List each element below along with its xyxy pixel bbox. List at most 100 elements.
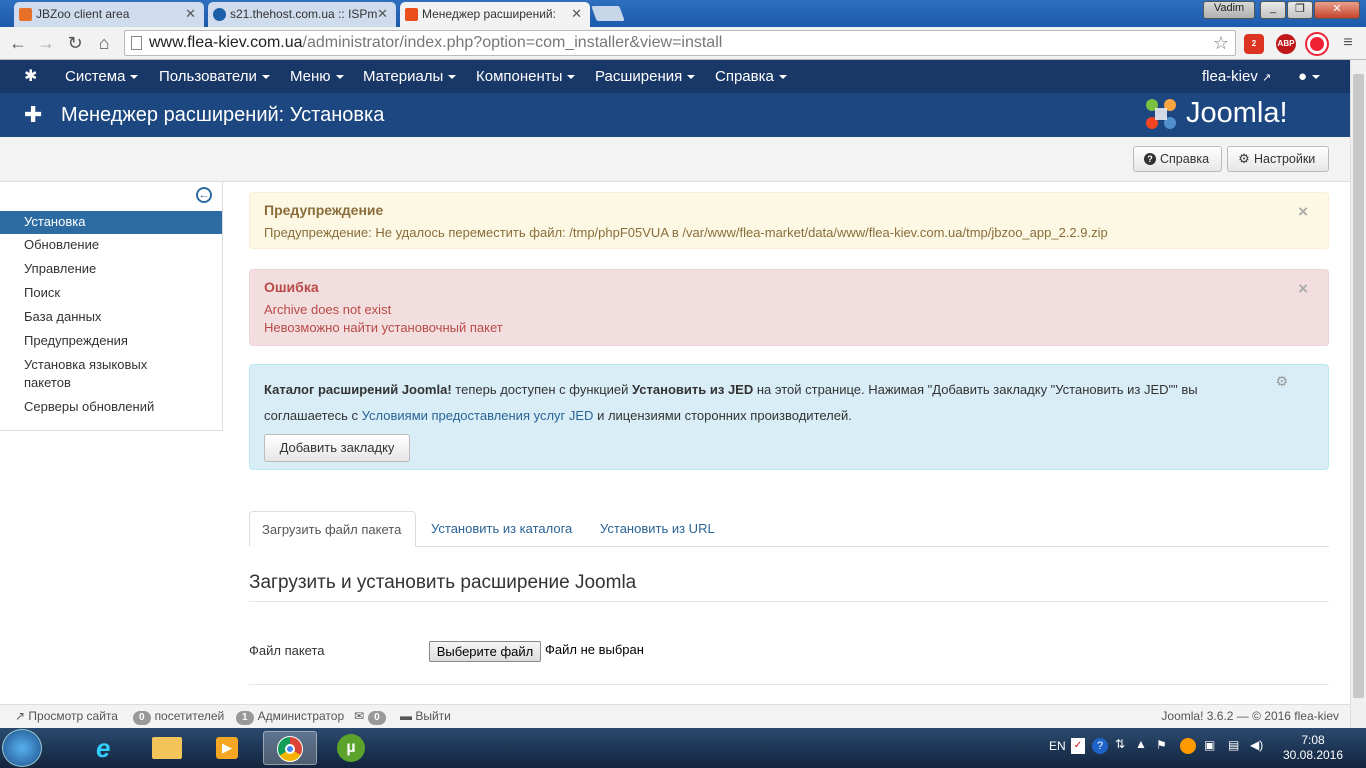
sidebar-item-label: Предупреждения [24, 333, 128, 348]
visitors-label: посетителей [154, 709, 225, 723]
help-tray-icon[interactable]: ? [1092, 738, 1108, 754]
page-header: ✚ Менеджер расширений: Установка Joomla! [0, 93, 1350, 137]
menu-extensions[interactable]: Расширения [595, 68, 696, 85]
browser-tab-jbzoo[interactable]: JBZoo client area ✕ [14, 2, 204, 27]
options-button[interactable]: ⚙ Настройки [1227, 146, 1329, 172]
warning-heading: Предупреждение [264, 202, 384, 218]
sidebar-item-update-sites[interactable]: Серверы обновлений [0, 398, 222, 416]
maximize-button[interactable]: ❐ [1287, 1, 1313, 19]
reload-icon[interactable]: ↻ [63, 31, 87, 55]
vertical-scrollbar[interactable] [1350, 60, 1366, 728]
windows-start-icon[interactable] [2, 729, 42, 767]
no-file-text: Файл не выбран [545, 642, 644, 657]
tray-arrows-icon[interactable]: ⇅ [1115, 737, 1125, 751]
site-link[interactable]: flea-kiev ↗ [1202, 68, 1271, 85]
sidebar-item-label: Поиск [24, 285, 61, 300]
help-button[interactable]: ? Справка [1133, 146, 1222, 172]
menu-system[interactable]: Система [65, 68, 139, 85]
target-extension-icon[interactable] [1307, 34, 1327, 54]
visitors-badge: 0 [133, 711, 151, 725]
error-line-2: Невозможно найти установочный пакет [264, 320, 503, 335]
close-tab-icon[interactable]: ✕ [185, 6, 196, 22]
menu-help[interactable]: Справка [715, 68, 787, 85]
language-indicator[interactable]: EN [1049, 739, 1066, 753]
bookmark-star-icon[interactable]: ☆ [1213, 31, 1229, 55]
tab-install-from-web[interactable]: Установить из каталога [419, 511, 584, 547]
close-tab-icon[interactable]: ✕ [377, 6, 388, 22]
jed-info-text-3: и лицензиями сторонних производителей. [593, 408, 852, 423]
network-icon[interactable]: ▤ [1228, 738, 1239, 752]
close-icon[interactable]: × [1298, 202, 1308, 222]
menu-icon[interactable]: ≡ [1336, 31, 1360, 55]
show-hidden-icons[interactable]: ▲ [1135, 737, 1147, 751]
question-icon: ? [1144, 153, 1156, 165]
back-arrow-icon[interactable]: ← [6, 31, 30, 55]
caret-down-icon [448, 75, 457, 80]
view-site-link[interactable]: ↗ Просмотр сайта [15, 709, 118, 723]
choose-file-button[interactable]: Выберите файл [429, 641, 541, 662]
extension-badge: 2 [1251, 39, 1257, 48]
tray-app-icon[interactable]: ✓ [1071, 738, 1085, 754]
sidebar-item-database[interactable]: База данных [0, 308, 222, 326]
profile-name: Vadim [1213, 2, 1245, 14]
profile-button[interactable]: Vadim [1203, 1, 1255, 19]
jed-terms-link[interactable]: Условиями предоставления услуг JED [362, 408, 594, 423]
sidebar-item-install[interactable]: Установка [0, 211, 222, 234]
tab-upload-package[interactable]: Загрузить файл пакета [249, 511, 416, 547]
sidebar-item-discover[interactable]: Поиск [0, 284, 222, 302]
file-explorer-icon[interactable] [140, 731, 194, 765]
gear-icon[interactable]: ⚙ [1275, 373, 1288, 390]
gear-icon: ⚙ [1238, 151, 1250, 166]
chrome-icon[interactable] [263, 731, 317, 765]
view-site-label: Просмотр сайта [28, 709, 118, 723]
volume-icon[interactable]: ◀) [1250, 738, 1263, 752]
joomla-logo-icon[interactable]: ✱ [24, 66, 37, 86]
add-tab-button[interactable]: Добавить закладку [264, 434, 410, 462]
media-player-icon[interactable]: ▶ [200, 731, 254, 765]
device-icon[interactable]: ▣ [1204, 738, 1215, 752]
sidebar-item-languages[interactable]: Установка языковых пакетов [0, 356, 222, 392]
internet-explorer-icon[interactable]: e [80, 731, 134, 765]
sidebar-item-manage[interactable]: Управление [0, 260, 222, 278]
sidebar-item-warnings[interactable]: Предупреждения [0, 332, 222, 350]
address-bar[interactable]: www.flea-kiev.com.ua/administrator/index… [124, 30, 1236, 56]
logout-link[interactable]: ▬ Выйти [400, 709, 451, 723]
jed-info-text-1: теперь доступен с функцией [451, 382, 633, 397]
new-tab-button[interactable] [591, 6, 625, 21]
sidebar-item-label: База данных [24, 309, 102, 324]
logout-label: Выйти [415, 709, 451, 723]
browser-tab-thehost[interactable]: s21.thehost.com.ua :: ISPm ✕ [208, 2, 396, 27]
tab-install-from-url[interactable]: Установить из URL [588, 511, 727, 547]
admins-counter: 1 Администратор [232, 709, 344, 725]
avast-icon[interactable] [1180, 738, 1196, 754]
menu-menus[interactable]: Меню [290, 68, 344, 85]
menu-content[interactable]: Материалы [363, 68, 457, 85]
user-icon: ● [1298, 68, 1308, 85]
extension-shield-icon[interactable]: 2 [1244, 34, 1264, 54]
clock[interactable]: 7:08 30.08.2016 [1280, 733, 1346, 763]
menu-components[interactable]: Компоненты [476, 68, 576, 85]
menu-users[interactable]: Пользователи [159, 68, 270, 85]
close-tab-icon[interactable]: ✕ [571, 6, 582, 22]
url-path: /administrator/index.php?option=com_inst… [302, 34, 723, 51]
minimize-button[interactable]: _ [1260, 1, 1286, 19]
close-icon[interactable]: × [1298, 279, 1308, 299]
page-icon [131, 36, 142, 50]
collapse-sidebar-icon[interactable]: ← [196, 187, 212, 203]
browser-tab-joomla[interactable]: Менеджер расширений: ✕ [400, 2, 590, 27]
sidebar-item-update[interactable]: Обновление [0, 236, 222, 254]
flag-icon[interactable]: ⚑ [1156, 738, 1167, 752]
forward-arrow-icon[interactable]: → [34, 31, 58, 55]
utorrent-icon[interactable]: µ [325, 731, 379, 765]
home-icon[interactable]: ⌂ [92, 31, 116, 55]
caret-down-icon [567, 75, 576, 80]
user-menu[interactable]: ● [1298, 68, 1321, 85]
close-window-button[interactable]: ✕ [1314, 1, 1360, 19]
jbzoo-favicon-icon [19, 8, 32, 21]
jed-info-alert: Каталог расширений Joomla! теперь доступ… [249, 364, 1329, 470]
adblock-icon[interactable]: ABP [1276, 34, 1296, 54]
error-line-1: Archive does not exist [264, 302, 392, 317]
scrollbar-thumb[interactable] [1353, 74, 1364, 698]
messages-counter[interactable]: ✉ 0 [354, 709, 390, 725]
caret-down-icon [261, 75, 270, 80]
